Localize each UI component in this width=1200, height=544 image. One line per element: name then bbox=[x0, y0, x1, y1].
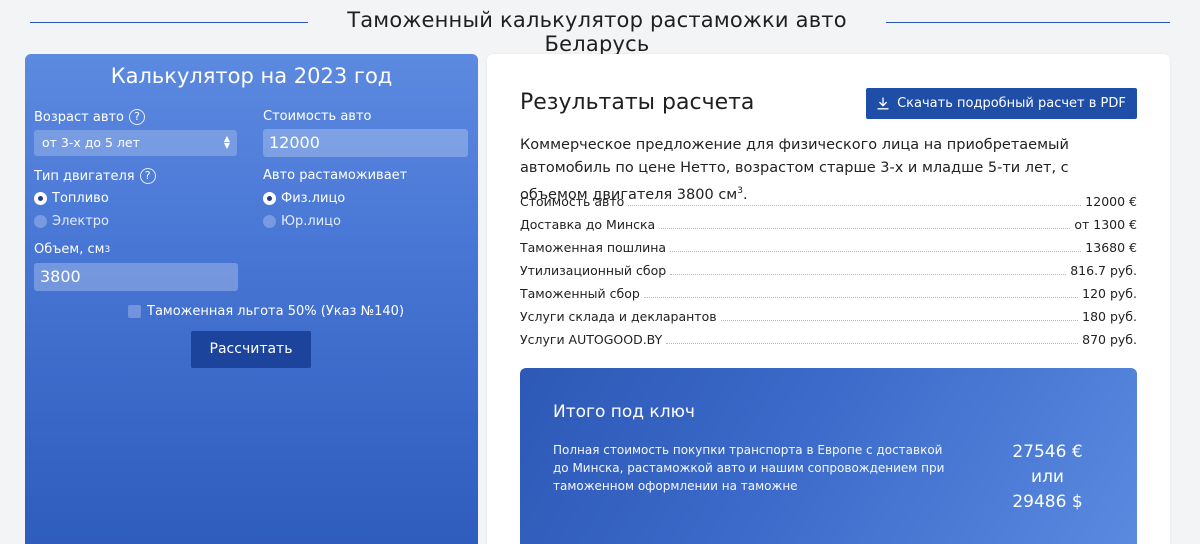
price-label: Стоимость авто bbox=[263, 109, 372, 124]
engine-radio-electric[interactable]: Электро bbox=[34, 214, 109, 229]
cost-row-label: Таможенный сбор bbox=[520, 286, 640, 301]
clearance-label: Авто растаможивает bbox=[263, 168, 408, 183]
volume-label-sup: 3 bbox=[104, 244, 111, 255]
customs-benefit-checkbox[interactable]: Таможенная льгота 50% (Указ №140) bbox=[128, 304, 404, 319]
engine-type-label-text: Тип двигателя bbox=[34, 168, 135, 184]
cost-row-label: Доставка до Минска bbox=[520, 217, 656, 232]
cost-row-label: Стоимость авто bbox=[520, 194, 625, 209]
engine-type-label: Тип двигателя ? bbox=[34, 168, 156, 184]
cost-row: Таможенная пошлина 13680 € bbox=[520, 240, 1137, 263]
volume-input[interactable]: 3800 bbox=[34, 263, 238, 291]
cost-row-value: 816.7 руб. bbox=[1070, 263, 1137, 278]
cost-row-value: 120 руб. bbox=[1082, 286, 1137, 301]
radio-unchecked-icon bbox=[34, 215, 47, 228]
cost-row: Доставка до Минска от 1300 € bbox=[520, 217, 1137, 240]
cost-row-label: Услуги склада и декларантов bbox=[520, 309, 717, 324]
cost-breakdown-list: Стоимость авто 12000 € Доставка до Минска… bbox=[520, 194, 1137, 355]
total-title: Итого под ключ bbox=[553, 402, 695, 422]
leader-dots bbox=[628, 196, 1082, 206]
clearance-option-label: Юр.лицо bbox=[281, 214, 341, 229]
radio-unchecked-icon bbox=[263, 215, 276, 228]
calculate-button[interactable]: Рассчитать bbox=[191, 331, 311, 368]
calculator-title: Калькулятор на 2023 год bbox=[110, 64, 393, 88]
results-card: Результаты расчета Скачать подробный рас… bbox=[487, 54, 1170, 544]
cost-row-value: от 1300 € bbox=[1074, 217, 1137, 232]
cost-row-label: Услуги AUTOGOOD.BY bbox=[520, 332, 663, 347]
leader-dots bbox=[643, 288, 1079, 298]
total-amount-or: или bbox=[1031, 467, 1064, 487]
cost-row: Услуги AUTOGOOD.BY 870 руб. bbox=[520, 332, 1137, 355]
results-title: Результаты расчета bbox=[520, 90, 755, 115]
total-amount: 27546 € или 29486 $ bbox=[990, 440, 1105, 515]
cost-row-label: Утилизационный сбор bbox=[520, 263, 667, 278]
download-pdf-label: Скачать подробный расчет в PDF bbox=[897, 96, 1126, 111]
leader-dots bbox=[720, 311, 1079, 321]
leader-dots bbox=[666, 334, 1079, 344]
help-icon[interactable]: ? bbox=[129, 109, 146, 125]
total-amount-eur: 27546 € bbox=[1012, 442, 1083, 462]
leader-dots bbox=[670, 265, 1067, 275]
total-description: Полная стоимость покупки транспорта в Ев… bbox=[553, 443, 945, 493]
cost-row: Стоимость авто 12000 € bbox=[520, 194, 1137, 217]
leader-dots bbox=[659, 219, 1071, 229]
price-input[interactable]: 12000 bbox=[263, 129, 468, 157]
cost-row-value: 180 руб. bbox=[1082, 309, 1137, 324]
download-pdf-button[interactable]: Скачать подробный расчет в PDF bbox=[866, 88, 1137, 119]
cost-row: Утилизационный сбор 816.7 руб. bbox=[520, 263, 1137, 286]
engine-radio-fuel[interactable]: Топливо bbox=[34, 191, 109, 206]
total-card: Итого под ключ Полная стоимость покупки … bbox=[520, 368, 1137, 544]
header-divider-right bbox=[886, 22, 1170, 23]
cost-row-value: 13680 € bbox=[1085, 240, 1137, 255]
checkbox-icon bbox=[128, 305, 141, 318]
cost-row: Услуги склада и декларантов 180 руб. bbox=[520, 309, 1137, 332]
cost-row-value: 870 руб. bbox=[1082, 332, 1137, 347]
volume-label-text: Объем, см bbox=[34, 242, 105, 257]
total-amount-usd: 29486 $ bbox=[1012, 492, 1083, 512]
page-header: Таможенный калькулятор растаможки авто Б… bbox=[0, 0, 1200, 56]
cost-row-value: 12000 € bbox=[1085, 194, 1137, 209]
page-title: Таможенный калькулятор растаможки авто Б… bbox=[347, 8, 847, 56]
cost-row-label: Таможенная пошлина bbox=[520, 240, 667, 255]
cost-row: Таможенный сбор 120 руб. bbox=[520, 286, 1137, 309]
age-select[interactable]: от 3-х до 5 лет ▲ ▼ bbox=[34, 130, 237, 156]
clearance-option-label: Физ.лицо bbox=[281, 191, 346, 206]
age-label: Возраст авто ? bbox=[34, 109, 146, 125]
clearance-radio-legal[interactable]: Юр.лицо bbox=[263, 214, 341, 229]
download-icon bbox=[877, 97, 889, 110]
radio-checked-icon bbox=[263, 192, 276, 205]
age-select-value: от 3-х до 5 лет bbox=[42, 135, 140, 150]
offer-text-body: Коммерческое предложение для физического… bbox=[520, 137, 1069, 203]
age-label-text: Возраст авто bbox=[34, 109, 125, 125]
volume-label: Объем, см 3 bbox=[34, 242, 110, 257]
help-icon[interactable]: ? bbox=[139, 168, 156, 184]
calculator-panel: Калькулятор на 2023 год Возраст авто ? о… bbox=[25, 54, 478, 544]
radio-checked-icon bbox=[34, 192, 47, 205]
engine-option-label: Электро bbox=[52, 214, 110, 229]
clearance-radio-individual[interactable]: Физ.лицо bbox=[263, 191, 345, 206]
select-arrows-icon: ▲ ▼ bbox=[223, 134, 230, 150]
leader-dots bbox=[670, 242, 1082, 252]
engine-option-label: Топливо bbox=[52, 191, 109, 206]
customs-benefit-label: Таможенная льгота 50% (Указ №140) bbox=[147, 304, 405, 319]
header-divider-left bbox=[30, 22, 308, 23]
